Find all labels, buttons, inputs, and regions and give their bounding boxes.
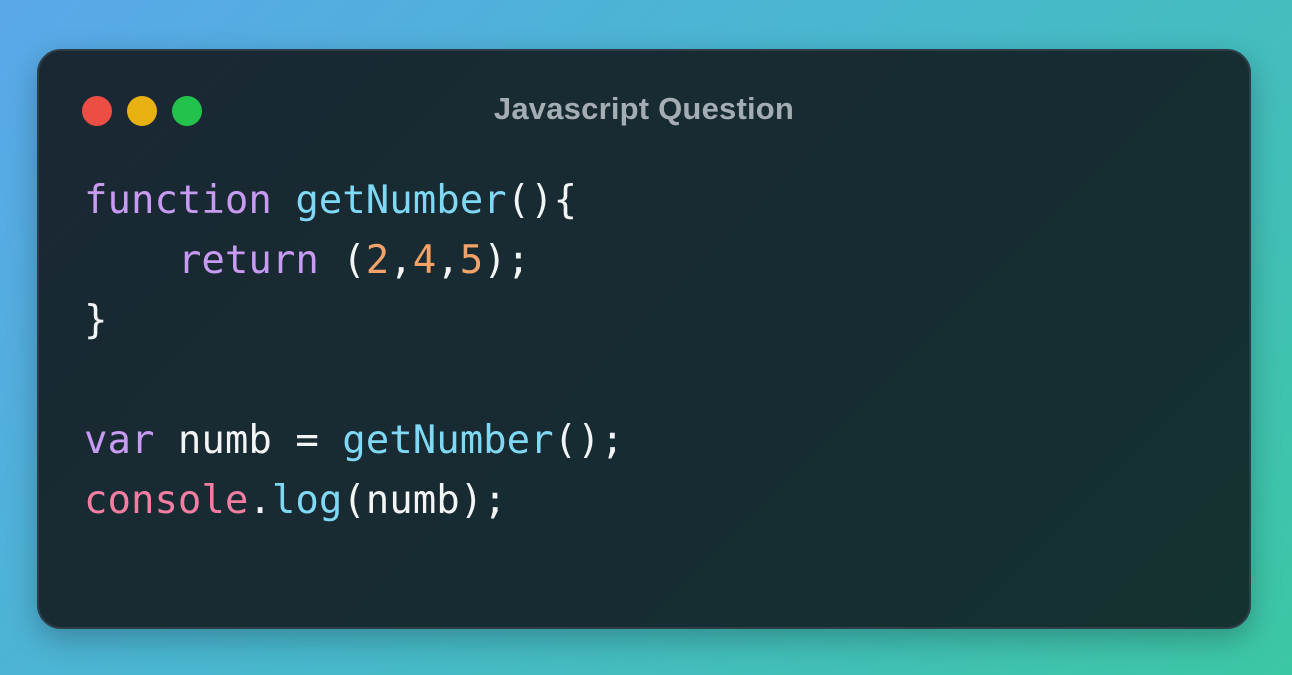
keyword-function: function [84, 178, 272, 223]
code-dot: . [248, 478, 272, 523]
variable-assignment: numb = [154, 418, 343, 463]
function-call: getNumber [342, 418, 554, 463]
function-name: getNumber [295, 178, 507, 223]
code-punctuation: ( [318, 238, 366, 283]
code-line-3: } [84, 291, 624, 351]
keyword-var: var [84, 418, 155, 463]
code-block: function getNumber(){ return (2,4,5); } … [84, 171, 624, 531]
code-comma: , [389, 238, 413, 283]
code-punctuation: (){ [506, 178, 578, 223]
number-literal: 5 [459, 238, 484, 283]
title-bar: Javascript Question [39, 51, 1249, 171]
console-object: console [84, 478, 249, 523]
code-line-2: return (2,4,5); [84, 231, 624, 291]
code-punctuation: ); [483, 238, 531, 283]
code-line-6: console.log(numb); [84, 471, 624, 531]
window-title: Javascript Question [493, 91, 795, 126]
log-method: log [271, 478, 343, 523]
code-window: Javascript Question function getNumber()… [37, 49, 1251, 629]
code-comma: , [436, 238, 460, 283]
closing-brace: } [84, 298, 108, 343]
number-literal: 2 [365, 238, 390, 283]
number-literal: 4 [412, 238, 437, 283]
code-line-5: var numb = getNumber(); [84, 411, 624, 471]
code-line-1: function getNumber(){ [84, 171, 624, 231]
code-punctuation: (numb); [342, 478, 507, 523]
keyword-return: return [177, 238, 319, 283]
code-punctuation: (); [553, 418, 625, 463]
